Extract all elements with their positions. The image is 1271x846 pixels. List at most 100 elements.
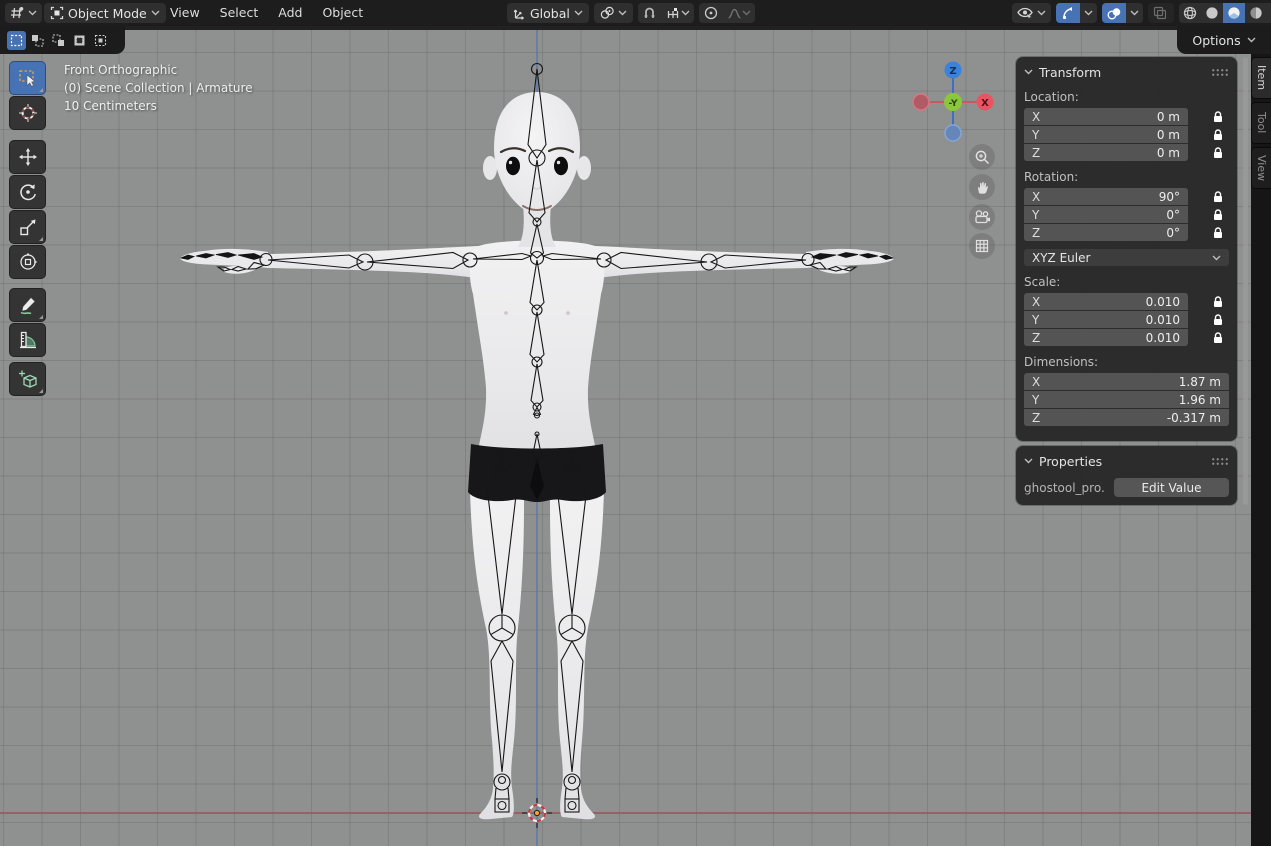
- sidebar-scrollbar[interactable]: [1243, 57, 1248, 505]
- pivot-point-dropdown[interactable]: [594, 3, 633, 23]
- tool-transform[interactable]: [9, 245, 46, 279]
- xray-toggle[interactable]: [1148, 3, 1174, 23]
- sidebar-tab-item[interactable]: Item: [1251, 57, 1271, 99]
- proportional-falloff-dropdown[interactable]: [723, 3, 755, 23]
- scale-z-lock[interactable]: [1211, 332, 1225, 344]
- select-mode-extend[interactable]: [28, 31, 47, 50]
- header-right-controls: [1012, 3, 1271, 23]
- gizmos-dropdown[interactable]: [1080, 3, 1097, 23]
- menu-select[interactable]: Select: [210, 0, 269, 26]
- shading-wireframe-button[interactable]: [1179, 3, 1201, 23]
- properties-panel-header[interactable]: Properties: [1024, 452, 1229, 470]
- location-x-field[interactable]: X 0 m: [1024, 108, 1188, 125]
- location-y-lock[interactable]: [1211, 129, 1225, 141]
- scale-y-field[interactable]: Y 0.010: [1024, 311, 1188, 328]
- tool-rotate[interactable]: [9, 175, 46, 209]
- perspective-toggle-button[interactable]: [969, 233, 995, 259]
- zoom-view-button[interactable]: [969, 144, 995, 170]
- rotation-z-field[interactable]: Z 0°: [1024, 224, 1188, 241]
- select-subtract-icon: [52, 34, 65, 47]
- header-center-controls: Global: [507, 3, 755, 23]
- menu-view[interactable]: View: [160, 0, 210, 26]
- menu-object[interactable]: Object: [312, 0, 373, 26]
- solid-sphere-icon: [1205, 6, 1219, 20]
- tool-measure[interactable]: [9, 323, 46, 357]
- proportional-edit-toggle[interactable]: [699, 3, 723, 23]
- menu-add[interactable]: Add: [268, 0, 312, 26]
- scale-label: Scale:: [1024, 275, 1229, 289]
- dimensions-y-field[interactable]: Y 1.96 m: [1024, 391, 1229, 408]
- object-visibility-dropdown[interactable]: [1012, 3, 1051, 23]
- panel-drag-grip[interactable]: [1211, 457, 1229, 466]
- pan-view-button[interactable]: [969, 174, 995, 200]
- shading-material-button[interactable]: [1223, 3, 1245, 23]
- shading-rendered-button[interactable]: [1245, 3, 1267, 23]
- eye-cursor-icon: [1017, 7, 1033, 19]
- tool-select-box[interactable]: [9, 61, 46, 95]
- chevron-down-icon: [28, 10, 37, 16]
- tool-annotate[interactable]: [9, 288, 46, 322]
- show-overlays-toggle[interactable]: [1102, 3, 1126, 23]
- scale-x-lock[interactable]: [1211, 296, 1225, 308]
- scale-y-lock[interactable]: [1211, 314, 1225, 326]
- location-z-lock[interactable]: [1211, 147, 1225, 159]
- scale-x-field[interactable]: X 0.010: [1024, 293, 1188, 310]
- select-mode-set[interactable]: [7, 31, 26, 50]
- mode-dropdown[interactable]: Object Mode: [44, 3, 166, 23]
- select-mode-intersect[interactable]: [91, 31, 110, 50]
- snap-settings-dropdown[interactable]: [662, 3, 694, 23]
- gizmo-axis-x[interactable]: X: [977, 94, 994, 111]
- tool-move[interactable]: [9, 140, 46, 174]
- gizmos-group: [1056, 3, 1097, 23]
- shading-solid-button[interactable]: [1201, 3, 1223, 23]
- editor-3d-viewport-icon: [10, 6, 24, 20]
- sidebar-tab-view[interactable]: View: [1251, 147, 1271, 189]
- rotation-y-field[interactable]: Y 0°: [1024, 206, 1188, 223]
- material-sphere-icon: [1227, 6, 1241, 20]
- transform-panel-header[interactable]: Transform: [1024, 63, 1229, 81]
- location-x-lock[interactable]: [1211, 111, 1225, 123]
- scale-icon: [18, 217, 38, 237]
- panel-drag-grip[interactable]: [1211, 68, 1229, 77]
- gizmo-axis-z[interactable]: Z: [945, 62, 962, 79]
- dimensions-x-field[interactable]: X 1.87 m: [1024, 373, 1229, 390]
- magnifier-icon: [974, 149, 990, 165]
- sidebar-tab-tool[interactable]: Tool: [1251, 102, 1271, 144]
- rotation-z-lock[interactable]: [1211, 227, 1225, 239]
- snap-toggle-button[interactable]: [638, 3, 662, 23]
- options-dropdown[interactable]: Options: [1177, 26, 1271, 54]
- rotation-y-lock[interactable]: [1211, 209, 1225, 221]
- location-z-field[interactable]: Z 0 m: [1024, 144, 1188, 161]
- rotation-x-lock[interactable]: [1211, 191, 1225, 203]
- scale-z-value: 0.010: [1146, 331, 1180, 345]
- rotation-x-field[interactable]: X 90°: [1024, 188, 1188, 205]
- scale-z-field[interactable]: Z 0.010: [1024, 329, 1188, 346]
- location-label: Location:: [1024, 90, 1229, 104]
- orientation-dropdown[interactable]: Global: [507, 3, 589, 23]
- select-mode-invert[interactable]: [70, 31, 89, 50]
- edit-value-button[interactable]: Edit Value: [1114, 478, 1229, 497]
- gizmo-axis-neg-y[interactable]: -Y: [944, 93, 962, 111]
- 3d-cursor[interactable]: [522, 798, 552, 828]
- camera-view-button[interactable]: [969, 204, 995, 230]
- dimensions-z-field[interactable]: Z -0.317 m: [1024, 409, 1229, 426]
- tool-add-cube[interactable]: [9, 362, 46, 396]
- overlays-group: [1102, 3, 1143, 23]
- show-gizmos-toggle[interactable]: [1056, 3, 1080, 23]
- shading-dropdown[interactable]: [1267, 3, 1271, 23]
- rotation-mode-dropdown[interactable]: XYZ Euler: [1024, 249, 1229, 266]
- subtool-indicator: [39, 389, 43, 393]
- nav-gizmo[interactable]: Z X -Y: [905, 55, 1005, 150]
- lock-icon: [1213, 191, 1223, 203]
- overlays-icon: [1107, 7, 1122, 20]
- location-y-field[interactable]: Y 0 m: [1024, 126, 1188, 143]
- tab-tool-label: Tool: [1255, 112, 1268, 133]
- editor-type-selector[interactable]: [5, 3, 42, 23]
- add-cube-icon: [18, 369, 38, 389]
- select-mode-subtract[interactable]: [49, 31, 68, 50]
- overlays-dropdown[interactable]: [1126, 3, 1143, 23]
- tool-scale[interactable]: [9, 210, 46, 244]
- gizmo-axis-neg-z[interactable]: [945, 125, 961, 141]
- gizmo-axis-neg-x[interactable]: [913, 94, 929, 110]
- tool-cursor[interactable]: [9, 96, 46, 130]
